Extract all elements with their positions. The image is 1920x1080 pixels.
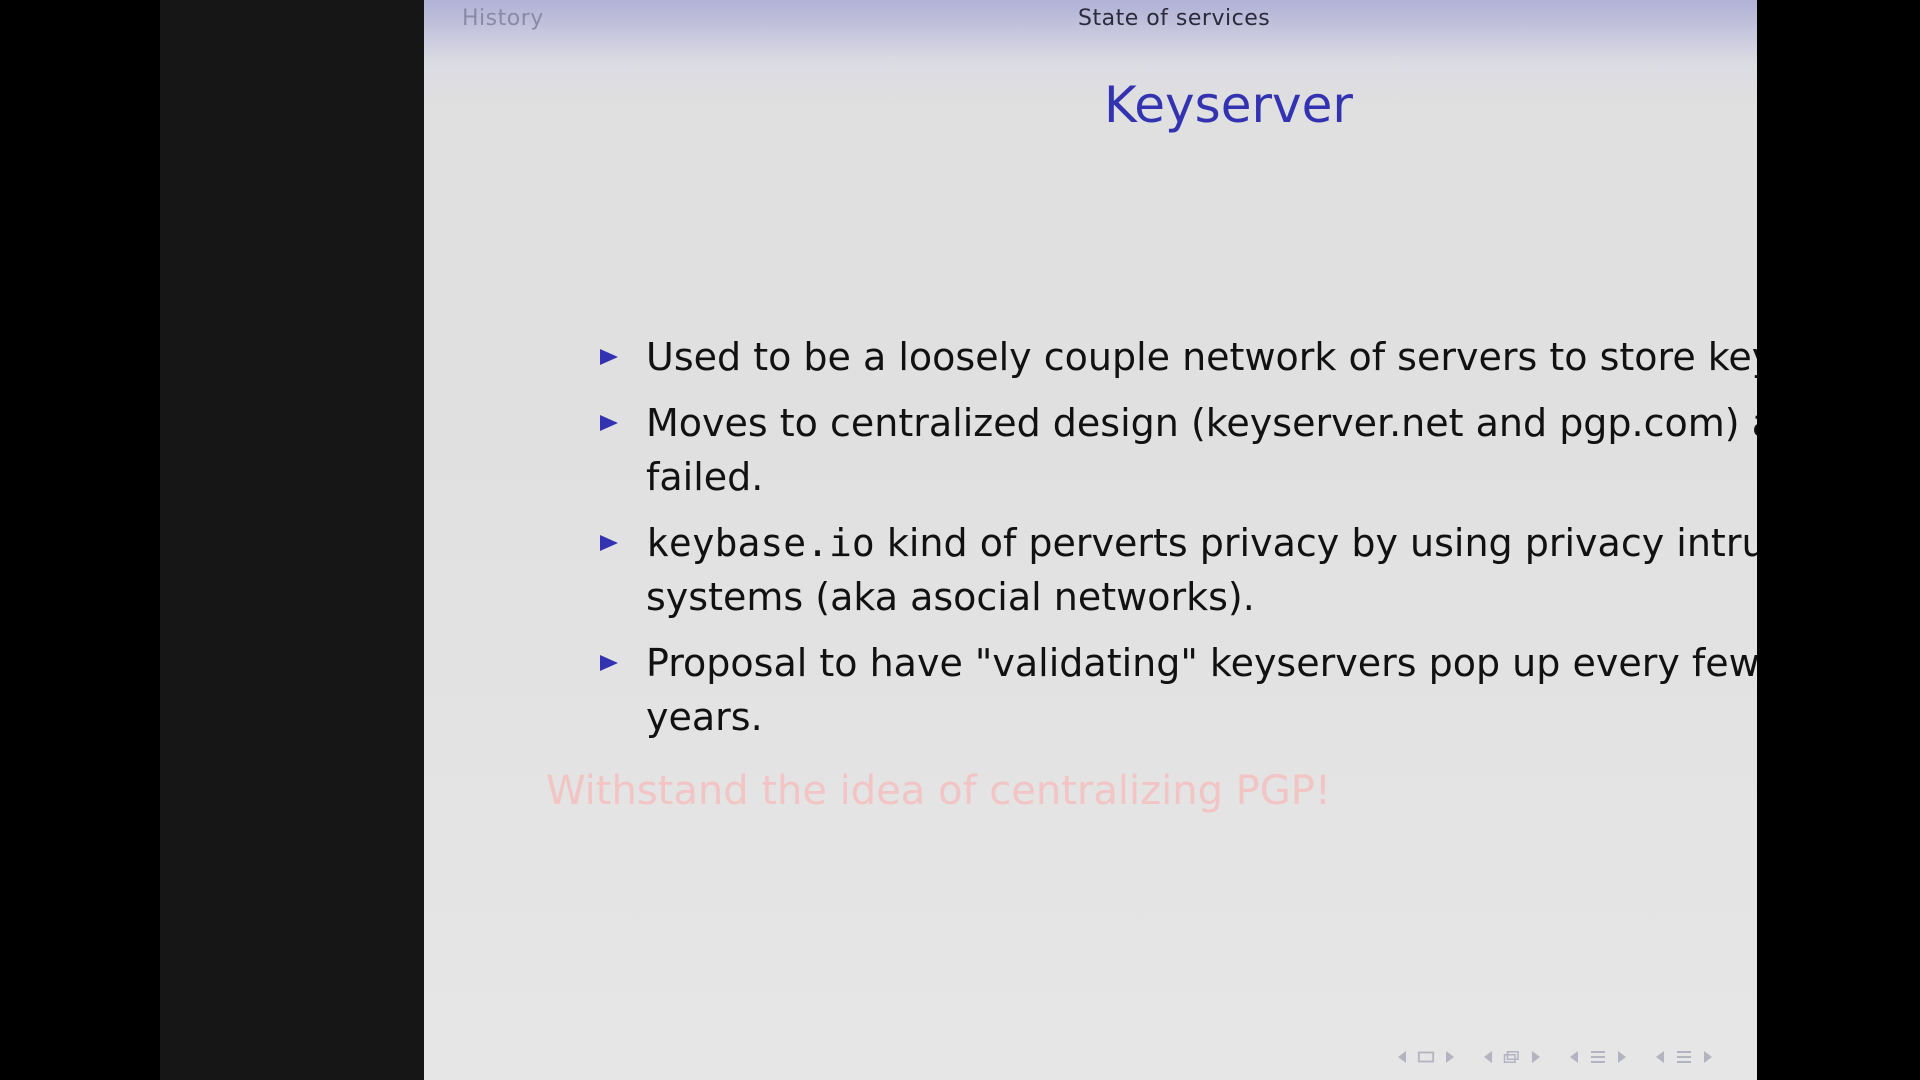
nav-left-arrow-icon[interactable] <box>1651 1048 1669 1066</box>
bullet-item: Proposal to have "validating" keyservers… <box>594 636 1757 744</box>
frame-icon[interactable] <box>1417 1048 1435 1066</box>
bullet-text-line: keybase.io kind of perverts privacy by u… <box>646 516 1757 570</box>
document-icon[interactable] <box>1675 1048 1693 1066</box>
headline-section-history[interactable]: History <box>462 6 544 31</box>
nav-frame-group <box>1393 1048 1459 1066</box>
bullet-triangle-icon <box>594 636 624 690</box>
nav-left-arrow-icon[interactable] <box>1393 1048 1411 1066</box>
headline-section-state-of-services[interactable]: State of services <box>1078 6 1270 31</box>
section-icon[interactable] <box>1589 1048 1607 1066</box>
bullet-item: keybase.io kind of perverts privacy by u… <box>594 516 1757 624</box>
bullet-text: kind of perverts privacy by using privac… <box>874 521 1757 565</box>
bullet-list: Used to be a loosely couple network of s… <box>594 330 1757 756</box>
nav-subsection-group <box>1479 1048 1545 1066</box>
nav-right-arrow-icon[interactable] <box>1613 1048 1631 1066</box>
nav-right-arrow-icon[interactable] <box>1699 1048 1717 1066</box>
bullet-triangle-icon <box>594 396 624 450</box>
nav-right-arrow-icon[interactable] <box>1527 1048 1545 1066</box>
subsection-icon[interactable] <box>1503 1048 1521 1066</box>
nav-left-arrow-icon[interactable] <box>1479 1048 1497 1066</box>
bullet-item: Moves to centralized design (keyserver.n… <box>594 396 1757 504</box>
bullet-text-continuation: years. <box>646 695 763 739</box>
nav-section-group <box>1565 1048 1631 1066</box>
slide-title: Keyserver <box>1104 76 1353 134</box>
left-dark-panel <box>160 0 424 1080</box>
bullet-text: Moves to centralized design (keyserver.n… <box>646 401 1757 445</box>
bullet-text-continuation: failed. <box>646 455 764 499</box>
bullet-triangle-icon <box>594 330 624 384</box>
beamer-navigation <box>1381 1048 1717 1066</box>
bullet-triangle-icon <box>594 516 624 570</box>
slide: History State of services Keyserver Used… <box>424 0 1757 1080</box>
nav-right-arrow-icon[interactable] <box>1441 1048 1459 1066</box>
bullet-text: Used to be a loosely couple network of s… <box>646 335 1757 379</box>
nav-left-arrow-icon[interactable] <box>1565 1048 1583 1066</box>
code-keybase: keybase.io <box>646 521 875 565</box>
nav-document-group <box>1651 1048 1717 1066</box>
right-dark-bar <box>1757 0 1920 1080</box>
presentation-viewer: History State of services Keyserver Used… <box>0 0 1920 1080</box>
bullet-item: Used to be a loosely couple network of s… <box>594 330 1757 384</box>
bullet-text: Proposal to have "validating" keyservers… <box>646 641 1757 685</box>
bullet-text-continuation: systems (aka asocial networks). <box>646 575 1255 619</box>
alert-text: Withstand the idea of centralizing PGP! <box>546 768 1331 814</box>
